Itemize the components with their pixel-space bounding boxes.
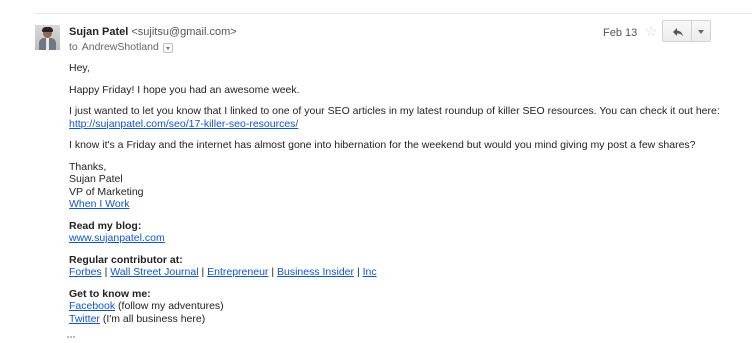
social-section: Get to know me: Facebook (follow my adve… [69, 288, 729, 326]
sig-thanks: Thanks, [69, 160, 107, 173]
to-prefix: to [69, 41, 78, 53]
recipient-details-chevron-down-icon[interactable] [162, 43, 173, 53]
separator: | [354, 266, 363, 278]
sender-email: <sujitsu@gmail.com> [131, 26, 237, 38]
star-icon[interactable]: ☆ [645, 23, 658, 39]
facebook-link[interactable]: Facebook [69, 300, 115, 312]
sig-name: Sujan Patel [69, 173, 123, 185]
contributor-section: Regular contributor at: Forbes | Wall St… [69, 254, 729, 279]
twitter-link[interactable]: Twitter [69, 313, 100, 325]
business-insider-link[interactable]: Business Insider [277, 266, 354, 278]
recipient-line: to AndrewShotland [69, 41, 173, 53]
blog-section: Read my blog: www.sujanpatel.com [69, 220, 729, 245]
sender-line: Sujan Patel <sujitsu@gmail.com> [69, 26, 237, 38]
wsj-link[interactable]: Wall Street Journal [110, 266, 198, 278]
show-trimmed-content-button[interactable] [67, 325, 79, 338]
inc-link[interactable]: Inc [363, 266, 377, 278]
separator: | [101, 266, 111, 278]
header-divider [35, 13, 752, 14]
recipient-name: AndrewShotland [81, 41, 159, 53]
email-body: Hey, Happy Friday! I hope you had an awe… [69, 62, 729, 325]
twitter-note: (I'm all business here) [99, 312, 206, 325]
blog-label: Read my blog: [69, 219, 142, 232]
contributor-label: Regular contributor at: [69, 253, 183, 266]
reply-button[interactable] [662, 20, 692, 42]
article-link[interactable]: http://sujanpatel.com/seo/17-killer-seo-… [69, 118, 298, 130]
line-linked-article-text: I just wanted to let you know that I lin… [69, 105, 720, 117]
blog-link[interactable]: www.sujanpatel.com [69, 232, 165, 244]
greeting: Hey, [69, 62, 90, 74]
separator: | [198, 266, 208, 278]
forbes-link[interactable]: Forbes [69, 266, 102, 278]
facebook-note: (follow my adventures) [115, 300, 224, 312]
more-options-button[interactable] [692, 20, 711, 42]
avatar-shirt [46, 38, 49, 50]
sig-title: VP of Marketing [69, 185, 144, 198]
line-happy-friday: Happy Friday! I hope you had an awesome … [69, 83, 300, 96]
sender-name[interactable]: Sujan Patel [69, 26, 128, 38]
social-label: Get to know me: [69, 287, 151, 300]
entrepreneur-link[interactable]: Entrepreneur [207, 266, 268, 278]
line-ask-shares: I know it's a Friday and the internet ha… [69, 139, 696, 151]
separator: | [268, 266, 277, 278]
email-date: Feb 13 [603, 27, 638, 39]
avatar-hair [42, 27, 53, 32]
company-link[interactable]: When I Work [69, 198, 130, 210]
signature: Thanks, Sujan Patel VP of Marketing When… [69, 161, 729, 211]
line-linked-article: I just wanted to let you know that I lin… [69, 105, 729, 130]
reply-icon [673, 28, 683, 37]
avatar[interactable] [35, 25, 60, 50]
